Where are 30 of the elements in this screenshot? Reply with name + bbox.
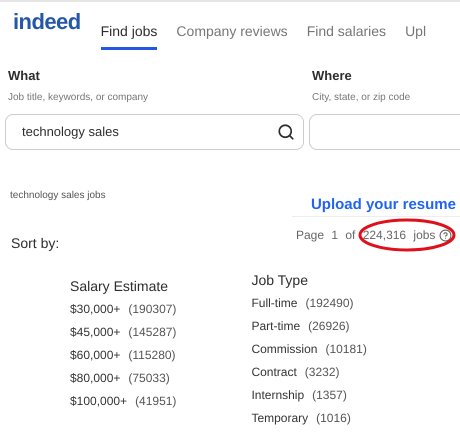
- nav-tab[interactable]: Upl: [405, 2, 426, 50]
- field-hint: Job title, keywords, or company: [8, 90, 150, 104]
- filter-option[interactable]: $80,000+ (75033): [70, 367, 176, 390]
- search-field[interactable]: technology sales: [5, 114, 304, 150]
- filter-option[interactable]: Internship (1357): [251, 384, 367, 407]
- logo[interactable]: indeed: [13, 11, 81, 33]
- filter-option[interactable]: Contract (3232): [251, 361, 367, 384]
- filter-option[interactable]: Commission (10181): [251, 338, 367, 361]
- filter-option[interactable]: Temporary (1016): [251, 407, 367, 430]
- filter-option[interactable]: Part-time (26926): [251, 315, 367, 338]
- search-icon[interactable]: [277, 122, 295, 140]
- filter-option[interactable]: $100,000+ (41951): [70, 390, 176, 413]
- page-count: Page 1 of 224,316 jobs: [296, 227, 436, 244]
- upload-resume-link[interactable]: Upload your resume: [310, 194, 456, 216]
- nav-tab[interactable]: Company reviews: [176, 2, 288, 50]
- filter-title: Job Type: [251, 271, 309, 290]
- results-heading: technology sales jobs: [10, 188, 106, 202]
- field-hint: City, state, or zip code: [312, 90, 412, 104]
- filter-option[interactable]: $30,000+ (190307): [70, 298, 176, 321]
- nav-tab[interactable]: Find jobs: [100, 2, 158, 50]
- field-label: Where: [312, 67, 353, 85]
- nav-tab[interactable]: Find salaries: [306, 2, 386, 50]
- filter-option[interactable]: Full-time (192490): [251, 292, 367, 315]
- filter-title: Salary Estimate: [70, 277, 170, 296]
- filter-option[interactable]: $45,000+ (145287): [70, 321, 176, 344]
- sort-by-label: Sort by:: [11, 234, 60, 253]
- field-label: What: [8, 67, 41, 85]
- location-field[interactable]: [309, 114, 460, 150]
- help-icon[interactable]: [439, 228, 452, 242]
- filter-option[interactable]: $60,000+ (115280): [70, 344, 176, 367]
